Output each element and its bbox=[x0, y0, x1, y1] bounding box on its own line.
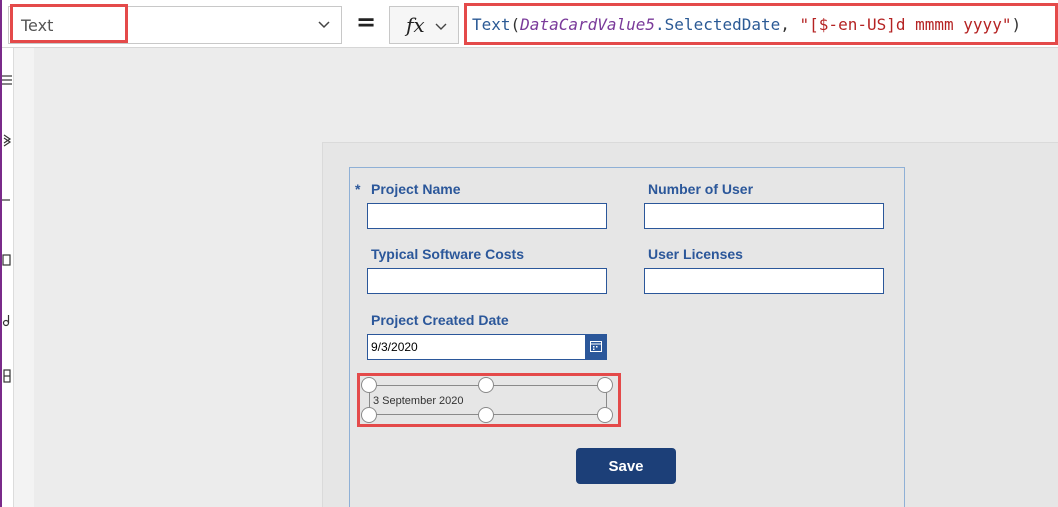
formula-token-punc: ) bbox=[1011, 15, 1022, 34]
resize-handle-top-right[interactable] bbox=[597, 377, 613, 393]
chevron-down-icon bbox=[318, 21, 330, 29]
app-screen[interactable]: * Project Name Number of User Typical So… bbox=[322, 142, 1058, 507]
project-name-input[interactable] bbox=[367, 203, 607, 229]
fx-button[interactable]: fx bbox=[389, 6, 459, 44]
resize-handle-bottom-left[interactable] bbox=[361, 407, 377, 423]
calendar-button[interactable] bbox=[585, 334, 607, 360]
number-of-user-label: Number of User bbox=[648, 181, 754, 197]
canvas-margin bbox=[14, 48, 34, 507]
formula-text: Text(DataCardValue5.SelectedDate, "[$-en… bbox=[472, 15, 1021, 34]
formula-token-prop: .SelectedDate bbox=[655, 15, 781, 34]
formula-bar: Text = fx Text(DataCardValue5.SelectedDa… bbox=[2, 0, 1058, 48]
layers-icon[interactable] bbox=[2, 132, 12, 148]
date-value: 9/3/2020 bbox=[371, 340, 418, 354]
typical-software-costs-label: Typical Software Costs bbox=[371, 246, 525, 262]
fx-icon: fx bbox=[406, 13, 425, 37]
formatted-date-text: 3 September 2020 bbox=[373, 395, 464, 407]
left-tool-rail bbox=[2, 48, 14, 507]
hamburger-icon[interactable] bbox=[2, 72, 12, 88]
resize-handle-top-left[interactable] bbox=[361, 377, 377, 393]
property-highlight-box bbox=[10, 4, 128, 43]
resize-handle-bottom-right[interactable] bbox=[597, 407, 613, 423]
equals-sign: = bbox=[355, 8, 377, 36]
design-canvas: * Project Name Number of User Typical So… bbox=[14, 48, 1058, 507]
user-licenses-label: User Licenses bbox=[648, 246, 743, 262]
formula-input[interactable]: Text(DataCardValue5.SelectedDate, "[$-en… bbox=[464, 3, 1058, 45]
calendar-icon bbox=[590, 341, 602, 352]
save-button[interactable]: Save bbox=[576, 448, 676, 484]
project-created-date-label: Project Created Date bbox=[371, 312, 509, 328]
formula-token-punc: , bbox=[780, 15, 800, 34]
chevron-down-icon bbox=[435, 23, 447, 30]
formula-token-fn: Text bbox=[472, 15, 511, 34]
typical-software-costs-input[interactable] bbox=[367, 268, 607, 294]
formula-token-str: "[$-en-US]d mmmm yyyy" bbox=[799, 15, 1012, 34]
data-icon[interactable] bbox=[2, 252, 12, 268]
number-of-user-input[interactable] bbox=[644, 203, 884, 229]
insert-icon[interactable] bbox=[2, 192, 12, 208]
formula-token-punc: ( bbox=[510, 15, 521, 34]
user-licenses-input[interactable] bbox=[644, 268, 884, 294]
resize-handle-bottom-center[interactable] bbox=[478, 407, 494, 423]
resize-handle-top-center[interactable] bbox=[478, 377, 494, 393]
required-marker: * bbox=[355, 181, 361, 197]
project-name-label: Project Name bbox=[371, 181, 461, 197]
project-created-date-picker[interactable]: 9/3/2020 bbox=[367, 334, 607, 360]
formula-token-var: DataCardValue5 bbox=[520, 15, 656, 34]
advanced-tools-icon[interactable] bbox=[2, 368, 12, 384]
media-icon[interactable] bbox=[2, 312, 12, 328]
